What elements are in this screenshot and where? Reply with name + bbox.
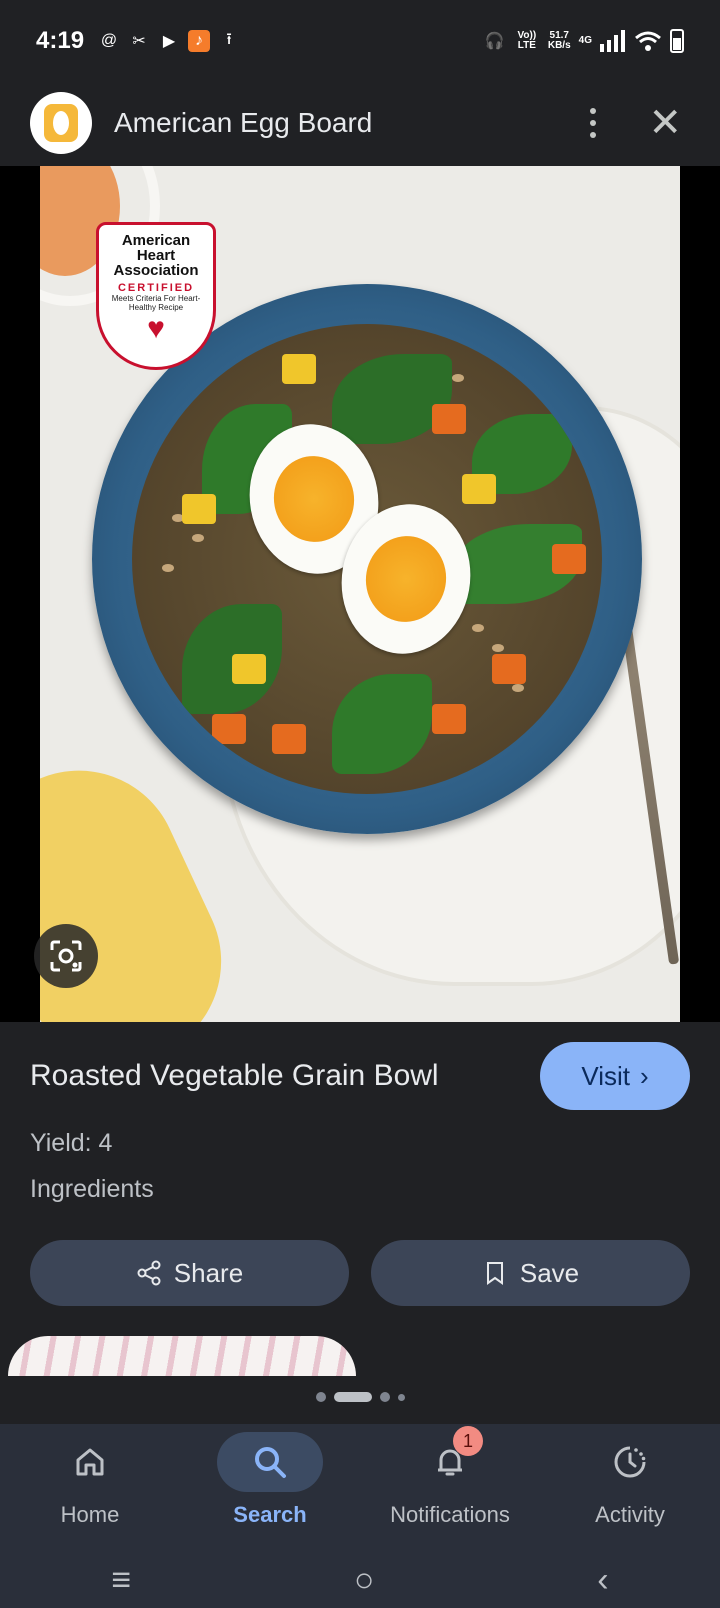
source-logo[interactable] bbox=[30, 92, 92, 154]
nav-home-label: Home bbox=[60, 1502, 120, 1527]
status-time: 4:19 bbox=[36, 27, 85, 54]
pager-dot bbox=[315, 1392, 326, 1402]
lens-icon bbox=[50, 940, 82, 972]
pager-dot bbox=[397, 1393, 405, 1401]
chevron-right-icon: › bbox=[639, 1060, 649, 1091]
share-label: Share bbox=[173, 1257, 244, 1288]
source-name[interactable]: American Egg Board bbox=[114, 107, 372, 139]
network-speed-unit: KB/s bbox=[547, 40, 571, 51]
source-header: American Egg Board ✕ bbox=[0, 84, 720, 162]
search-icon bbox=[255, 1447, 286, 1478]
recipe-info: Roasted Vegetable Grain Bowl Visit › Yie… bbox=[0, 1022, 720, 1306]
image-viewer[interactable]: American Heart Association CERTIFIED Mee… bbox=[0, 166, 720, 1022]
signal-icon bbox=[600, 30, 625, 52]
activity-icon bbox=[614, 1446, 646, 1478]
nav-search-label: Search bbox=[233, 1502, 307, 1527]
save-label: Save bbox=[519, 1257, 580, 1288]
nav-search[interactable]: Search bbox=[180, 1424, 360, 1552]
notification-icons: @ ✂ ▶ ♪ ⭱ bbox=[98, 30, 240, 52]
share-icon bbox=[137, 1260, 161, 1286]
headphones-icon: 🎧 bbox=[484, 33, 505, 50]
system-navigation-bar: ≡ ○ ‹ bbox=[0, 1552, 720, 1608]
certification-badge: American Heart Association CERTIFIED Mee… bbox=[96, 222, 216, 370]
heart-check-icon: ♥ bbox=[147, 312, 165, 345]
pager-dot-active bbox=[333, 1392, 372, 1402]
network-type: 4G bbox=[578, 35, 592, 46]
nav-activity-label: Activity bbox=[595, 1502, 665, 1527]
pager-dot bbox=[379, 1392, 390, 1402]
more-options-icon[interactable] bbox=[590, 108, 597, 138]
nav-home[interactable]: Home bbox=[0, 1424, 180, 1552]
volte-indicator: Vo)) LTE bbox=[517, 30, 537, 51]
lens-search-button[interactable] bbox=[34, 924, 98, 988]
network-speed: 51.7 KB/s bbox=[548, 31, 571, 51]
home-button-icon[interactable]: ○ bbox=[354, 1561, 375, 1600]
back-icon[interactable]: ‹ bbox=[597, 1561, 608, 1600]
battery-icon bbox=[670, 29, 684, 53]
recipe-yield: Yield: 4 bbox=[30, 1129, 113, 1157]
nav-notifications-label: Notifications bbox=[390, 1502, 510, 1527]
recipe-title: Roasted Vegetable Grain Bowl bbox=[30, 1059, 439, 1092]
visit-label: Visit bbox=[581, 1060, 630, 1091]
visit-button[interactable]: Visit › bbox=[540, 1042, 690, 1110]
home-icon bbox=[76, 1448, 104, 1476]
app-notification-icon: ♪ bbox=[188, 30, 211, 52]
nav-activity[interactable]: Activity bbox=[540, 1424, 720, 1552]
status-bar: 4:19 @ ✂ ▶ ♪ ⭱ 🎧 Vo)) LTE 51.7 KB/s 4G bbox=[0, 0, 720, 82]
youtube-icon: ▶ bbox=[162, 33, 176, 50]
ingredients-label: Ingredients bbox=[30, 1175, 154, 1203]
next-result-card[interactable] bbox=[8, 1336, 356, 1376]
close-icon[interactable]: ✕ bbox=[648, 103, 682, 143]
recents-icon[interactable]: ≡ bbox=[111, 1561, 131, 1600]
bottom-navigation: Home Search 1 Notifications Activity bbox=[0, 1424, 720, 1552]
recipe-image[interactable]: American Heart Association CERTIFIED Mee… bbox=[40, 166, 680, 1022]
pager-dots bbox=[0, 1392, 720, 1402]
share-button[interactable]: Share bbox=[30, 1240, 349, 1306]
save-button[interactable]: Save bbox=[371, 1240, 690, 1306]
wifi-icon bbox=[635, 31, 661, 51]
nav-notifications[interactable]: 1 Notifications bbox=[360, 1424, 540, 1552]
upload-icon: ⭱ bbox=[226, 30, 232, 48]
bookmark-icon bbox=[486, 1262, 503, 1285]
notification-badge: 1 bbox=[453, 1426, 483, 1456]
system-status-icons: 🎧 Vo)) LTE 51.7 KB/s 4G bbox=[484, 29, 684, 53]
capcut-icon: ✂ bbox=[132, 33, 146, 50]
threads-icon: @ bbox=[100, 32, 118, 49]
